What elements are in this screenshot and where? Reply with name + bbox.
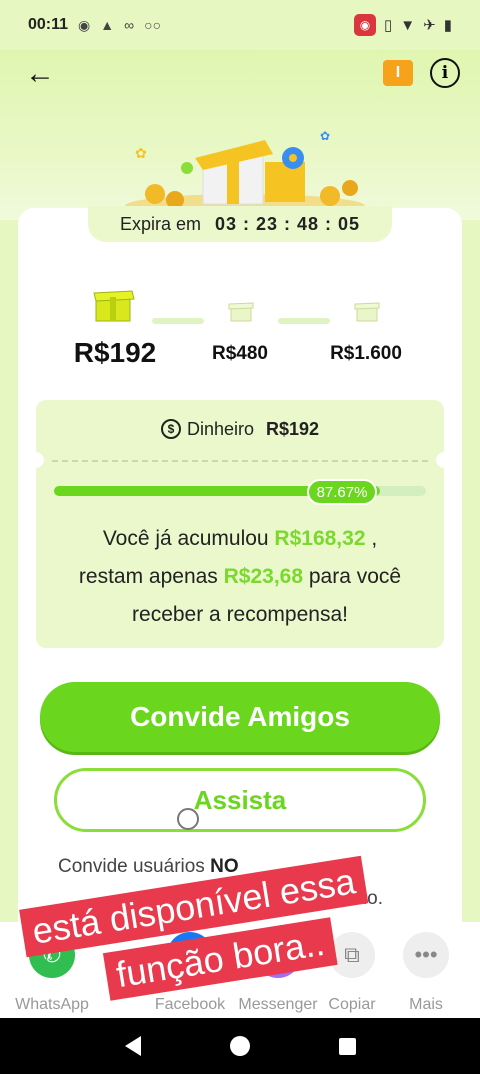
reward-tiers: R$192 R$480 R$1.600: [40, 285, 440, 375]
airplane-icon: ✈: [423, 17, 436, 34]
expiry-timer: Expira em 03 : 23 : 48 : 05: [88, 206, 392, 242]
arrow-left-icon: ←: [25, 57, 55, 90]
gift-illustration: ✿ ✿: [125, 129, 365, 218]
battery-icon: ▮: [443, 17, 452, 34]
touch-indicator: [177, 808, 199, 830]
ticket-icon[interactable]: I: [383, 60, 413, 86]
cash-amount: R$192: [266, 418, 320, 439]
status-right: ◉ ▯ ▼ ✈ ▮: [354, 14, 452, 36]
record-icon: ◉: [354, 14, 377, 36]
accum-text-2: ,: [365, 527, 378, 550]
vibrate-icon: ▯: [384, 17, 393, 34]
voicemail-icon: ○○: [144, 17, 162, 33]
tier-connector: [278, 318, 330, 324]
target-icon: ◉: [78, 16, 91, 33]
status-left: 00:11 ◉ ▲ ∞ ○○: [28, 16, 161, 34]
svg-text:✿: ✿: [135, 145, 147, 161]
status-bar: 00:11 ◉ ▲ ∞ ○○ ◉ ▯ ▼ ✈ ▮: [0, 0, 480, 50]
back-button[interactable]: ←: [22, 56, 58, 92]
tier-amount-3: R$1.600: [330, 343, 402, 364]
remaining-amount: R$23,68: [223, 565, 304, 588]
accum-text-5: receber a recompensa!: [132, 603, 348, 626]
tier-connector: [152, 318, 204, 324]
accum-text-4: para você: [303, 565, 402, 588]
gift-box-icon: [354, 302, 380, 322]
system-nav-bar: [0, 1018, 480, 1074]
expiry-label: Expira em: [119, 213, 201, 234]
cash-label: Dinheiro: [186, 418, 254, 439]
tier-amount-1: R$192: [73, 337, 157, 368]
accumulated-amount: R$168,32: [274, 527, 366, 550]
nav-recents-icon[interactable]: [338, 1037, 356, 1055]
invite-friends-button[interactable]: Convide Amigos: [40, 682, 440, 752]
nav-home-icon[interactable]: [229, 1036, 250, 1056]
accumulation-message: Você já acumulou R$168,32 , restam apena…: [40, 520, 440, 634]
nav-back-icon[interactable]: [124, 1036, 141, 1056]
cash-summary: $ Dinheiro R$192: [36, 414, 444, 444]
accum-text-1: Você já acumulou: [102, 527, 275, 550]
expiry-countdown: 03 : 23 : 48 : 05: [214, 213, 361, 234]
gift-box-icon: [93, 290, 135, 322]
svg-text:✿: ✿: [320, 129, 330, 143]
gift-box-icon: [228, 302, 254, 322]
ticket-notch: [436, 452, 452, 468]
share-label: Mais: [409, 996, 443, 1013]
accum-text-3: restam apenas: [78, 565, 224, 588]
status-time: 00:11: [28, 16, 69, 33]
android-icon: ▲: [100, 17, 115, 33]
cast-icon: ∞: [124, 17, 135, 33]
wifi-icon: ▼: [400, 16, 416, 34]
divider: [52, 460, 428, 462]
ticket-notch: [28, 452, 44, 468]
dollar-icon: $: [160, 419, 181, 439]
progress-percent: 87.67%: [307, 479, 377, 505]
info-icon[interactable]: i: [430, 58, 460, 88]
tier-amount-2: R$480: [212, 343, 268, 364]
